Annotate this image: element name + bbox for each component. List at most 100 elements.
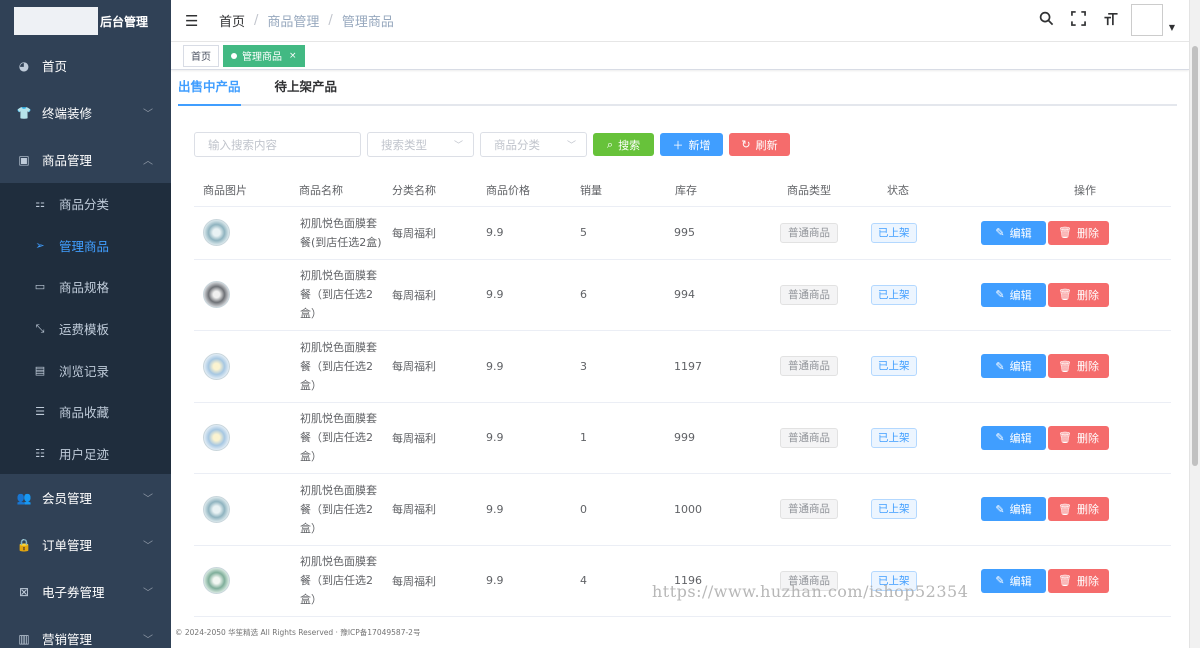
type-cell: 普通商品 xyxy=(780,473,871,546)
category-cell: 每周福利 xyxy=(386,473,480,546)
edit-button[interactable]: ✎ 编辑 xyxy=(981,425,1046,450)
search-icon[interactable] xyxy=(1031,11,1063,30)
delete-button[interactable]: 🗑 删除 xyxy=(1048,220,1109,245)
actions-cell: ✎ 编辑 🗑 删除 xyxy=(981,206,1171,260)
sidebar-subitem-label: 商品分类 xyxy=(59,197,110,213)
shirt-icon: 👕 xyxy=(16,105,32,120)
product-type-badge: 普通商品 xyxy=(780,499,838,520)
delete-button[interactable]: 🗑 删除 xyxy=(1048,568,1109,593)
stock-cell: 994 xyxy=(668,259,780,331)
delete-button[interactable]: 🗑 删除 xyxy=(1048,497,1109,522)
scrollbar-thumb[interactable] xyxy=(1192,46,1198,466)
trash-icon: 🗑 xyxy=(1058,431,1072,445)
avatar[interactable] xyxy=(1130,4,1163,36)
edit-button[interactable]: ✎ 编辑 xyxy=(981,282,1046,307)
fullscreen-icon[interactable] xyxy=(1063,10,1095,30)
sidebar-item-marketing[interactable]: ▥ 营销管理 ﹀ xyxy=(0,615,171,662)
category-cell: 每周福利 xyxy=(386,259,480,331)
product-thumbnail[interactable] xyxy=(203,495,230,523)
sidebar-item-label: 商品管理 xyxy=(42,153,93,168)
button-label: 编辑 xyxy=(1009,226,1032,240)
tab-on-sale[interactable]: 出售中产品 xyxy=(178,70,241,106)
breadcrumb-current: 管理商品 xyxy=(341,15,394,30)
sidebar-item-orders[interactable]: 🔒 订单管理 ﹀ xyxy=(0,521,171,568)
delete-button[interactable]: 🗑 删除 xyxy=(1048,425,1109,450)
category-select[interactable]: 商品分类 ﹀ xyxy=(480,132,587,157)
chevron-down-icon: ﹀ xyxy=(143,588,153,600)
product-thumbnail[interactable] xyxy=(203,352,230,380)
close-icon[interactable]: × xyxy=(289,51,297,61)
product-thumbnail[interactable] xyxy=(203,424,230,452)
caret-down-icon[interactable]: ▼ xyxy=(1169,23,1175,32)
add-button[interactable]: ＋ 新增 xyxy=(660,133,723,156)
main-content: ☰ 首页 / 商品管理 / 管理商品 ▼ 首页 管理商品 × 出售中产品 待上架… xyxy=(171,0,1189,648)
search-icon: ⌕ xyxy=(606,137,614,151)
product-thumbnail[interactable] xyxy=(203,219,230,246)
products-table: 商品图片 商品名称 分类名称 商品价格 销量 库存 商品类型 状态 操作 初肌悦… xyxy=(194,175,1171,617)
table-row: 初肌悦色面膜套餐（到店任选2盒） 每周福利 9.9 3 1197 普通商品 已上… xyxy=(194,330,1171,403)
delete-button[interactable]: 🗑 删除 xyxy=(1048,354,1109,379)
sidebar-subitem-category[interactable]: ⚏ 商品分类 xyxy=(0,183,171,225)
product-name-cell: 初肌悦色面膜套餐（到店任选2盒） xyxy=(291,402,386,474)
status-badge: 已上架 xyxy=(871,499,917,520)
sidebar-subitem-footprint[interactable]: ☷ 用户足迹 xyxy=(0,433,171,475)
menu-toggle-icon[interactable]: ☰ xyxy=(185,12,199,30)
font-size-icon[interactable] xyxy=(1095,11,1127,30)
sidebar-item-coupons[interactable]: ⊠ 电子券管理 ﹀ xyxy=(0,568,171,615)
product-thumbnail[interactable] xyxy=(203,567,230,595)
button-label: 删除 xyxy=(1076,226,1099,240)
sidebar-item-members[interactable]: 👥 会员管理 ﹀ xyxy=(0,474,171,521)
edit-icon: ✎ xyxy=(995,226,1005,239)
edit-button[interactable]: ✎ 编辑 xyxy=(981,220,1046,245)
table-row: 初肌悦色面膜套餐（到店任选2盒） 每周福利 9.9 4 1196 普通商品 已上… xyxy=(194,545,1171,617)
sidebar-subitem-spec[interactable]: ▭ 商品规格 xyxy=(0,266,171,308)
edit-button[interactable]: ✎ 编辑 xyxy=(981,354,1046,379)
category-cell: 每周福利 xyxy=(386,330,480,403)
category-cell: 每周福利 xyxy=(386,402,480,474)
shrink-icon: ⤡ xyxy=(35,321,45,335)
category-cell: 每周福利 xyxy=(386,206,480,260)
sidebar-item-decoration[interactable]: 👕 终端装修 ﹀ xyxy=(0,89,171,136)
search-input[interactable]: 输入搜索内容 xyxy=(194,132,361,157)
navbar: ☰ 首页 / 商品管理 / 管理商品 ▼ xyxy=(171,0,1189,42)
active-dot-icon xyxy=(231,52,237,59)
sidebar-item-products[interactable]: ▣ 商品管理 ︿ xyxy=(0,136,171,183)
delete-button[interactable]: 🗑 删除 xyxy=(1048,282,1109,307)
edit-button[interactable]: ✎ 编辑 xyxy=(981,497,1046,522)
vertical-scrollbar[interactable] xyxy=(1189,0,1200,648)
logo[interactable]: 后台管理 xyxy=(0,0,171,42)
tag-current[interactable]: 管理商品 × xyxy=(223,44,305,67)
button-label: 删除 xyxy=(1076,360,1099,374)
sidebar-subitem-label: 用户足迹 xyxy=(59,446,110,462)
tag-home[interactable]: 首页 xyxy=(183,44,219,67)
sales-cell: 5 xyxy=(574,206,668,260)
edit-button[interactable]: ✎ 编辑 xyxy=(981,568,1046,593)
sidebar-subitem-history[interactable]: ▤ 浏览记录 xyxy=(0,349,171,391)
search-type-select[interactable]: 搜索类型 ﹀ xyxy=(367,132,474,157)
chevron-down-icon: ﹀ xyxy=(143,494,153,506)
product-name: 初肌悦色面膜套餐（到店任选2盒） xyxy=(300,340,377,392)
product-type-badge: 普通商品 xyxy=(780,356,838,377)
tab-pending[interactable]: 待上架产品 xyxy=(275,70,338,104)
sidebar-item-home[interactable]: ◕ 首页 xyxy=(0,42,171,89)
sidebar-subitem-shipping[interactable]: ⤡ 运费模板 xyxy=(0,308,171,350)
coupon-icon: ⊠ xyxy=(18,584,30,599)
status-cell: 已上架 xyxy=(871,206,981,260)
breadcrumb-home[interactable]: 首页 xyxy=(219,11,245,30)
sidebar-subitem-favorites[interactable]: ☰ 商品收藏 xyxy=(0,391,171,433)
table-row: 初肌悦色面膜套餐(到店任选2盒) 每周福利 9.9 5 995 普通商品 已上架… xyxy=(194,206,1171,260)
sidebar-subitem-manage[interactable]: ➢ 管理商品 xyxy=(0,225,171,267)
status-badge: 已上架 xyxy=(871,222,917,243)
menu-icon: ☰ xyxy=(35,405,45,419)
product-name: 初肌悦色面膜套餐（到店任选2盒） xyxy=(300,269,377,321)
refresh-button[interactable]: ↻ 刷新 xyxy=(729,133,790,156)
status-cell: 已上架 xyxy=(871,545,981,617)
button-label: 编辑 xyxy=(1009,288,1032,302)
type-cell: 普通商品 xyxy=(780,259,871,331)
button-label: 刷新 xyxy=(755,138,778,152)
sales-cell: 6 xyxy=(574,259,668,331)
monitor-icon: ▣ xyxy=(18,152,30,167)
column-header: 状态 xyxy=(871,175,981,207)
search-button[interactable]: ⌕ 搜索 xyxy=(593,133,654,156)
product-thumbnail[interactable] xyxy=(203,281,230,309)
